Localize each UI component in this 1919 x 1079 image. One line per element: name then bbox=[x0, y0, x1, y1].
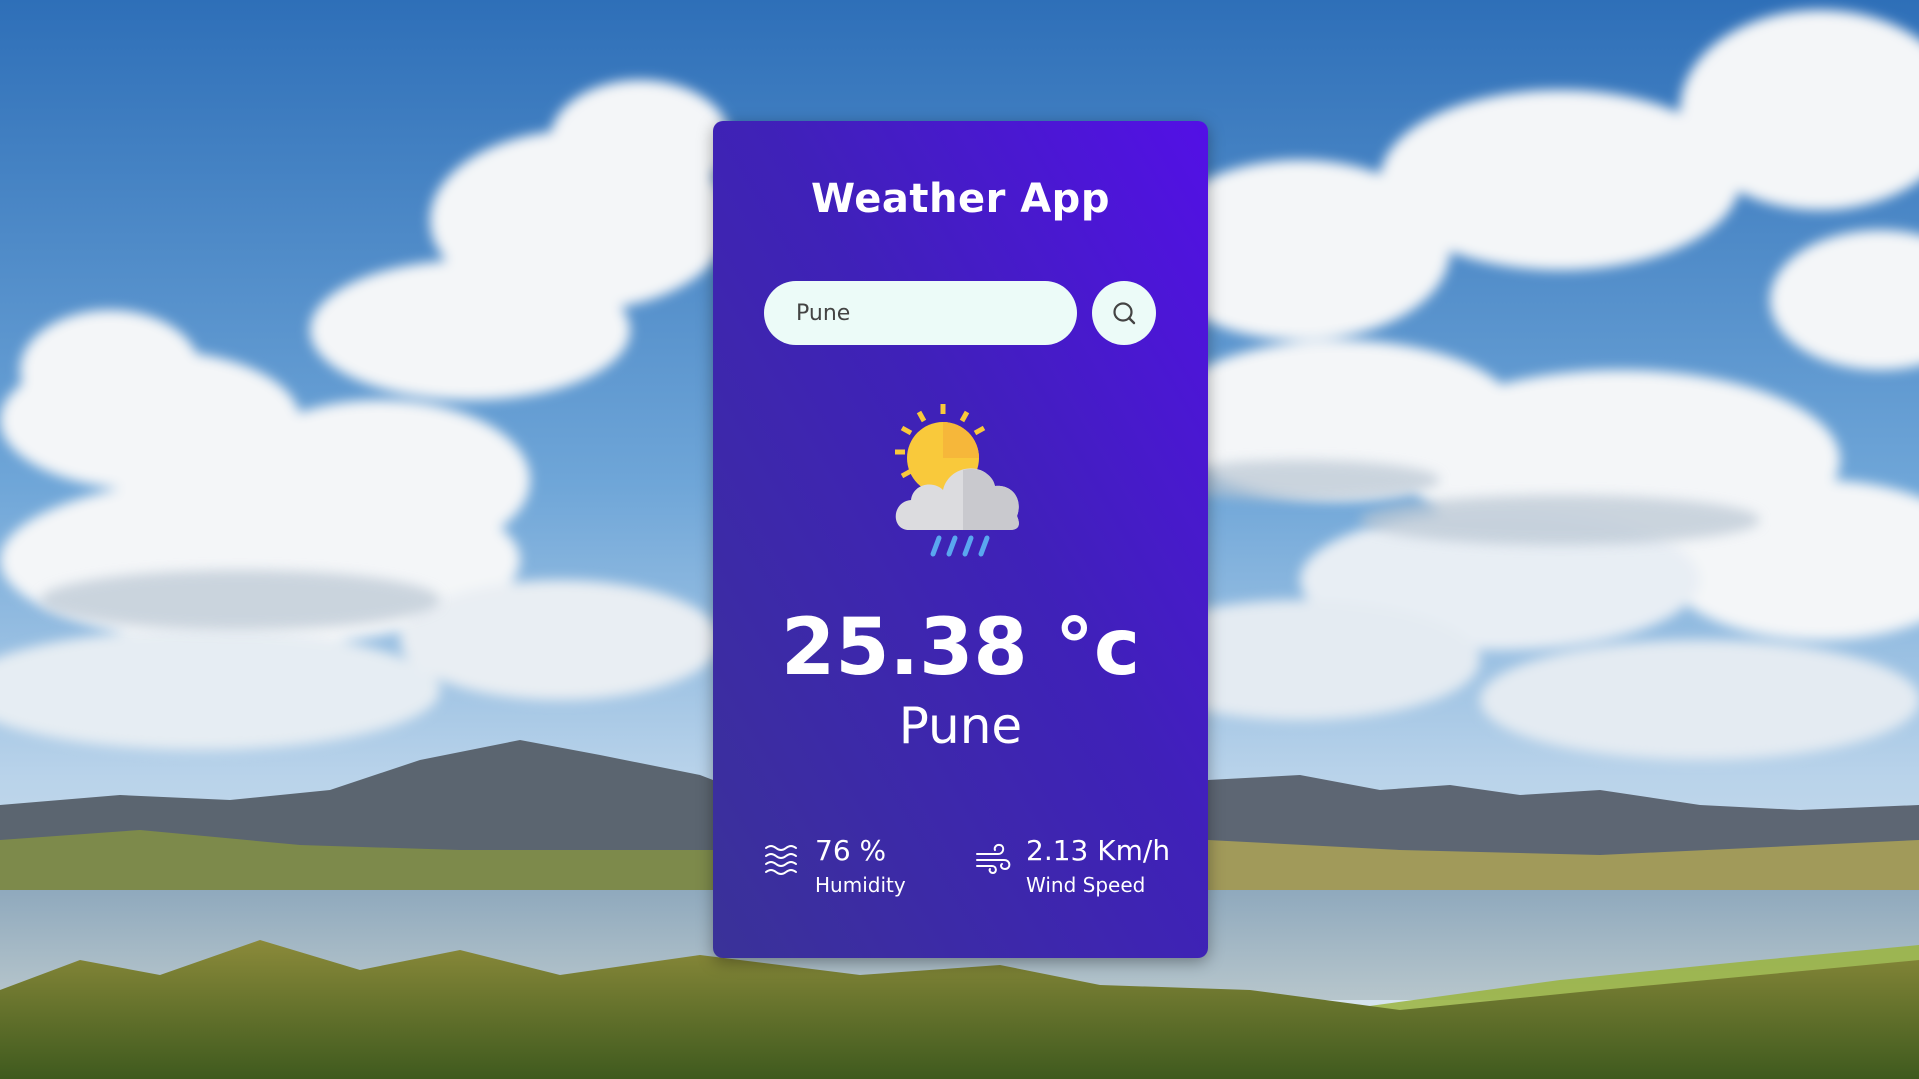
humidity-label: Humidity bbox=[815, 873, 906, 897]
wind-icon bbox=[976, 843, 1011, 875]
search-button[interactable] bbox=[1092, 281, 1156, 345]
app-screen: Weather App Pune 25.38 °c Pune 76 % Humi… bbox=[0, 0, 1919, 1079]
wind-label: Wind Speed bbox=[1026, 873, 1146, 897]
weather-card: Weather App Pune 25.38 °c Pune 76 % Humi… bbox=[713, 121, 1208, 958]
wind-value: 2.13 Km/h bbox=[1026, 834, 1171, 867]
wind-detail: 2.13 Km/h Wind Speed bbox=[974, 834, 1170, 900]
temperature: 25.38 °c bbox=[780, 603, 1141, 693]
humidity-value: 76 % bbox=[815, 834, 887, 867]
sun-cloud-rain-icon bbox=[895, 404, 1019, 557]
humidity-detail: 76 % Humidity bbox=[763, 834, 906, 900]
app-title: Weather App bbox=[811, 176, 1110, 222]
city-name: Pune bbox=[898, 697, 1023, 755]
city-search-input[interactable] bbox=[764, 281, 1077, 345]
search-icon bbox=[1113, 302, 1136, 325]
humidity-icon bbox=[765, 845, 797, 875]
